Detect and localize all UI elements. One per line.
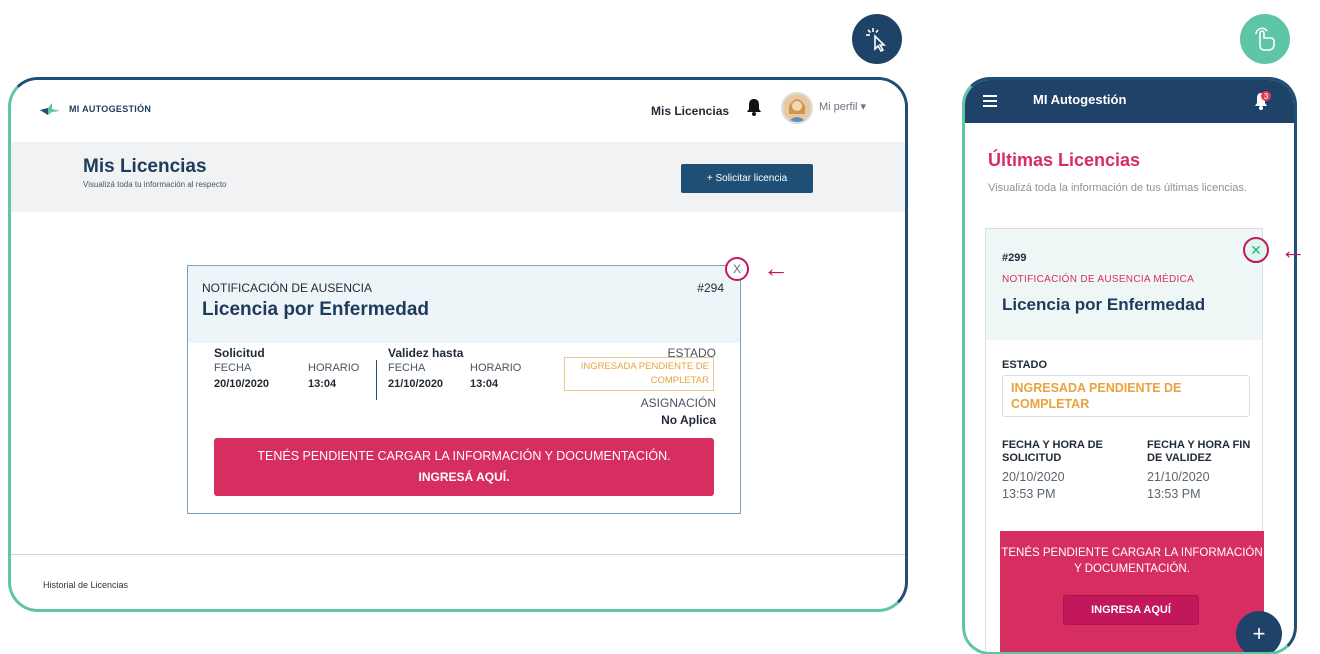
license-title: Licencia por Enfermedad	[1002, 295, 1206, 314]
license-id: #299	[1002, 252, 1027, 264]
license-title: Licencia por Enfermedad	[202, 299, 430, 320]
hamburger-icon[interactable]	[983, 95, 997, 107]
solicitud-label: Solicitud	[214, 346, 265, 360]
license-id: #294	[697, 281, 724, 295]
page-subtitle: Visualizá toda tu información al respect…	[83, 180, 227, 189]
validez-label: Validez hasta	[388, 346, 464, 360]
avatar[interactable]	[781, 92, 813, 124]
status-badge: INGRESADA PENDIENTE DE COMPLETAR	[1002, 375, 1250, 417]
close-icon[interactable]: ✕	[1243, 237, 1269, 263]
alert-message: TENÉS PENDIENTE CARGAR LA INFORMACIÓN Y …	[257, 449, 671, 463]
solicitud-horario: 13:04	[308, 378, 337, 390]
logo-icon	[40, 103, 60, 115]
arrow-left-icon: ←	[1280, 235, 1306, 265]
asignacion-value: No Aplica	[661, 413, 716, 427]
historial-link[interactable]: Historial de Licencias	[43, 580, 128, 590]
mobile-header	[965, 80, 1294, 123]
mobile-window: MI Autogestión 3 Últimas Licencias Visua…	[962, 77, 1297, 654]
desktop-window: MI AUTOGESTIÓN Mis Licencias Mi perfil ▾…	[8, 77, 908, 612]
arrow-left-icon: ←	[763, 253, 789, 283]
solicitud-label: FECHA Y HORA DE SOLICITUD	[1002, 439, 1103, 464]
profile-menu[interactable]: Mi perfil ▾	[819, 100, 866, 113]
mobile-heading: Últimas Licencias	[988, 150, 1141, 170]
validez-date: 21/10/2020	[1147, 470, 1210, 484]
validez-horario: 13:04	[470, 378, 499, 390]
license-card: NOTIFICACIÓN DE AUSENCIA #294 Licencia p…	[187, 265, 741, 514]
nav-mis-licencias[interactable]: Mis Licencias	[651, 104, 729, 118]
estado-label: ESTADO	[1002, 359, 1048, 371]
mobile-license-card: #299 NOTIFICACIÓN DE AUSENCIA MÉDICA Lic…	[985, 228, 1264, 652]
ingresa-aqui-button[interactable]: INGRESA AQUÍ	[1063, 595, 1199, 625]
solicitud-time: 13:53 PM	[1002, 487, 1056, 501]
alert-cta: INGRESÁ AQUÍ.	[418, 470, 510, 484]
cursor-click-icon	[852, 14, 902, 64]
validez-label: FECHA Y HORA FIN DE VALIDEZ	[1147, 439, 1251, 464]
pending-alert: TENÉS PENDIENTE CARGAR LA INFORMACIÓN Y …	[1000, 531, 1264, 652]
close-icon[interactable]: X	[725, 257, 749, 281]
mobile-subheading: Visualizá toda la información de tus últ…	[988, 182, 1248, 194]
column-divider	[376, 360, 377, 400]
solicitar-licencia-button[interactable]: + Solicitar licencia	[681, 164, 813, 193]
add-fab-button[interactable]: +	[1236, 611, 1282, 652]
bell-icon[interactable]: 3	[1252, 90, 1274, 117]
status-badge: INGRESADA PENDIENTE DE COMPLETAR	[564, 357, 714, 391]
notification-count: 3	[1264, 92, 1269, 101]
validez-time: 13:53 PM	[1147, 487, 1201, 501]
hand-touch-icon	[1240, 14, 1290, 64]
logo[interactable]: MI AUTOGESTIÓN	[39, 102, 151, 116]
solicitud-fecha: 20/10/2020	[214, 378, 270, 390]
logo-text: MI AUTOGESTIÓN	[69, 104, 152, 114]
validez-fecha: 21/10/2020	[388, 378, 444, 390]
solicitud-date: 20/10/2020	[1002, 470, 1065, 484]
license-type: NOTIFICACIÓN DE AUSENCIA	[202, 281, 373, 295]
alert-message: TENÉS PENDIENTE CARGAR LA INFORMACIÓN Y …	[1001, 547, 1263, 575]
solicitud-horario-label: HORARIO	[308, 362, 360, 374]
footer-divider	[11, 554, 905, 555]
bell-icon[interactable]	[746, 98, 762, 121]
validez-fecha-label: FECHA	[388, 362, 426, 374]
solicitud-fecha-label: FECHA	[214, 362, 252, 374]
license-type: NOTIFICACIÓN DE AUSENCIA MÉDICA	[1002, 274, 1195, 285]
pending-alert-button[interactable]: TENÉS PENDIENTE CARGAR LA INFORMACIÓN Y …	[214, 438, 714, 496]
validez-horario-label: HORARIO	[470, 362, 522, 374]
mobile-app-title: MI Autogestión	[1033, 92, 1127, 107]
asignacion-label: ASIGNACIÓN	[640, 396, 716, 410]
page-title: Mis Licencias	[83, 156, 207, 177]
